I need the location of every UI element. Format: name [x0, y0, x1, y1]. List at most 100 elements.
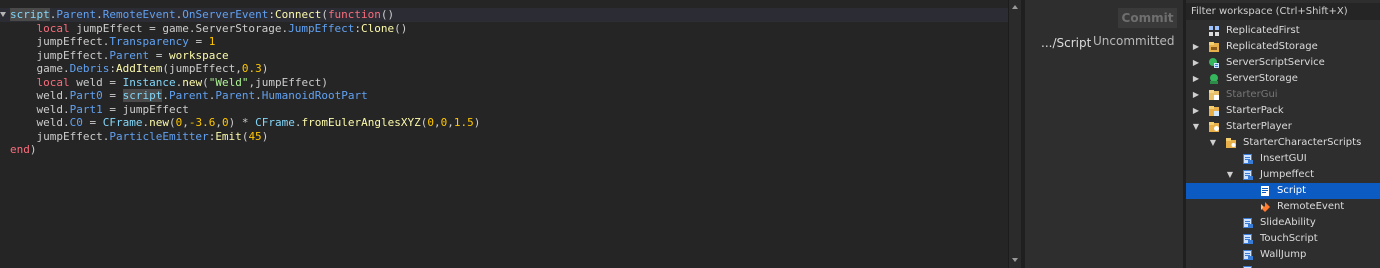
- code-line[interactable]: jumpEffect.ParticleEmitter:Emit(45): [0, 130, 1008, 144]
- code-text: local jumpEffect = game.ServerStorage.Ju…: [10, 21, 408, 36]
- code-token: weld =: [69, 75, 123, 89]
- code-token: Part1: [69, 102, 103, 116]
- code-token: 0: [427, 116, 434, 129]
- code-line[interactable]: weld.C0 = CFrame.new(0,-3.6,0) * CFrame.…: [0, 116, 1008, 130]
- explorer-item-label: StarterCharacterScripts: [1243, 137, 1362, 148]
- explorer-filter-input[interactable]: [1186, 3, 1380, 20]
- code-line[interactable]: game.Debris:AddItem(jumpEffect,0.3): [0, 62, 1008, 76]
- expand-arrow-icon[interactable]: ▶: [1191, 103, 1201, 119]
- code-token: ,: [433, 116, 441, 129]
- code-line[interactable]: local weld = Instance.new("Weld",jumpEff…: [0, 76, 1008, 90]
- code-line[interactable]: jumpEffect.Parent = workspace: [0, 49, 1008, 63]
- explorer-item[interactable]: Script: [1186, 183, 1380, 199]
- code-text: weld.Part1 = jumpEffect: [10, 102, 188, 117]
- explorer-item-label: WallJump: [1260, 249, 1307, 260]
- explorer-item[interactable]: TouchScript: [1186, 231, 1380, 247]
- code-text: script.Parent.RemoteEvent.OnServerEvent:…: [10, 8, 394, 22]
- explorer-item[interactable]: ▶ StarterGui: [1186, 87, 1380, 103]
- explorer-tree: ReplicatedFirst ▶ ReplicatedStorage ▶ Server…: [1186, 23, 1380, 268]
- local-script-icon: [1242, 233, 1254, 245]
- code-token: AddItem: [115, 62, 163, 75]
- explorer-item[interactable]: [1186, 263, 1380, 268]
- code-token: OnServerEvent: [182, 8, 269, 21]
- code-token: "Weld": [208, 75, 249, 89]
- code-token: Clone: [361, 21, 395, 35]
- expand-arrow-icon[interactable]: ▶: [1191, 87, 1201, 103]
- code-token: weld.: [10, 116, 70, 129]
- explorer-item[interactable]: ▶ ServerStorage: [1186, 71, 1380, 87]
- code-area[interactable]: script.Parent.RemoteEvent.OnServerEvent:…: [0, 8, 1008, 157]
- scroll-up-arrow-icon[interactable]: [1012, 5, 1018, 9]
- explorer-item-label: RemoteEvent: [1277, 201, 1345, 212]
- explorer-item[interactable]: InsertGUI: [1186, 151, 1380, 167]
- code-text: jumpEffect.ParticleEmitter:Emit(45): [10, 130, 268, 144]
- explorer-panel: ReplicatedFirst ▶ ReplicatedStorage ▶ Server…: [1186, 0, 1380, 268]
- explorer-item[interactable]: ▼ StarterPlayer: [1186, 119, 1380, 135]
- explorer-item[interactable]: ▼ StarterCharacterScripts: [1186, 135, 1380, 151]
- explorer-item[interactable]: RemoteEvent: [1186, 199, 1380, 215]
- code-token: 0.3: [241, 62, 262, 75]
- starter-player-icon: [1208, 121, 1220, 133]
- local-script-icon: [1242, 153, 1254, 165]
- code-line[interactable]: weld.Part0 = script.Parent.Parent.Humano…: [0, 89, 1008, 103]
- commit-button[interactable]: Commit: [1118, 8, 1177, 28]
- explorer-item[interactable]: WallJump: [1186, 247, 1380, 263]
- code-line[interactable]: jumpEffect.Transparency = 1: [0, 35, 1008, 49]
- explorer-item[interactable]: ▶ ReplicatedStorage: [1186, 39, 1380, 55]
- code-token: .: [255, 89, 262, 102]
- code-token: (): [380, 8, 395, 21]
- code-token: (jumpEffect,: [162, 62, 242, 75]
- explorer-item[interactable]: ▼ Jumpeffect: [1186, 167, 1380, 183]
- code-token: Debris: [69, 62, 110, 75]
- code-token: weld.: [10, 102, 70, 116]
- code-token: end: [10, 143, 30, 156]
- editor-scrollbar[interactable]: [1008, 0, 1021, 268]
- code-token: Emit: [215, 129, 242, 143]
- script-path-label: .../Script: [1041, 36, 1092, 50]
- expand-arrow-icon[interactable]: ▶: [1191, 55, 1201, 71]
- code-token: ) *: [228, 116, 256, 129]
- collapse-arrow-icon[interactable]: ▼: [1208, 135, 1218, 151]
- code-token: (): [394, 21, 408, 35]
- script-editor[interactable]: script.Parent.RemoteEvent.OnServerEvent:…: [0, 0, 1008, 268]
- explorer-item[interactable]: ReplicatedFirst: [1186, 23, 1380, 39]
- local-script-icon: [1242, 249, 1254, 261]
- code-token: local: [36, 75, 70, 89]
- code-token: ): [261, 62, 269, 75]
- replicated-storage-icon: [1208, 41, 1220, 53]
- local-script-icon: [1242, 169, 1254, 181]
- code-token: =: [188, 35, 209, 48]
- fold-arrow-icon[interactable]: [0, 12, 6, 17]
- collapse-arrow-icon[interactable]: ▼: [1225, 167, 1235, 183]
- scroll-down-arrow-icon[interactable]: [1012, 258, 1018, 262]
- explorer-item-label: TouchScript: [1260, 233, 1318, 244]
- folder-icon: [1225, 137, 1237, 149]
- code-token: script: [122, 89, 163, 102]
- server-storage-icon: [1208, 73, 1220, 85]
- code-token: new: [149, 116, 169, 129]
- code-line[interactable]: script.Parent.RemoteEvent.OnServerEvent:…: [0, 8, 1008, 22]
- explorer-item[interactable]: ▶ ServerScriptService: [1186, 55, 1380, 71]
- code-line[interactable]: end): [0, 143, 1008, 157]
- code-token: ): [29, 143, 37, 156]
- code-token: ): [473, 116, 481, 129]
- explorer-item[interactable]: ▶ StarterPack: [1186, 103, 1380, 119]
- code-line[interactable]: local jumpEffect = game.ServerStorage.Ju…: [0, 22, 1008, 36]
- replicated-first-icon: [1208, 25, 1220, 37]
- code-token: Parent: [168, 89, 209, 102]
- collapse-arrow-icon[interactable]: ▼: [1191, 119, 1201, 135]
- code-line[interactable]: weld.Part1 = jumpEffect: [0, 103, 1008, 117]
- code-token: CFrame: [102, 116, 143, 129]
- code-token: Connect: [274, 8, 322, 21]
- code-token: 1.5: [453, 116, 474, 129]
- code-token: ,: [182, 116, 189, 129]
- explorer-item[interactable]: SlideAbility: [1186, 215, 1380, 231]
- code-token: Instance: [122, 75, 176, 89]
- code-token: Parent: [56, 8, 97, 21]
- explorer-item-label: StarterGui: [1226, 89, 1278, 100]
- code-text: jumpEffect.Parent = workspace: [10, 49, 228, 63]
- expand-arrow-icon[interactable]: ▶: [1191, 39, 1201, 55]
- expand-arrow-icon[interactable]: ▶: [1191, 71, 1201, 87]
- code-token: ParticleEmitter: [109, 129, 209, 143]
